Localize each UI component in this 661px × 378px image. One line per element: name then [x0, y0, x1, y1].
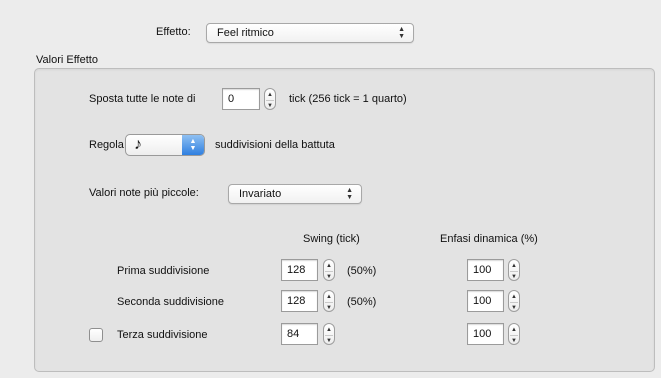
enfasi-header: Enfasi dinamica (%) [440, 233, 538, 245]
seconda-percent: (50%) [347, 296, 377, 308]
section-title: Valori Effetto [36, 54, 98, 66]
terza-label: Terza suddivisione [117, 329, 208, 341]
seconda-swing-input[interactable]: 128 [281, 290, 318, 312]
seconda-label: Seconda suddivisione [117, 296, 225, 308]
prima-label: Prima suddivisione [117, 265, 210, 277]
effetto-selected: Feel ritmico [217, 27, 274, 39]
eighth-note-icon: ♪ [134, 136, 142, 153]
terza-checkbox[interactable] [89, 328, 103, 342]
valori-note-popup[interactable]: Invariato ▲ ▼ [228, 184, 362, 204]
popup-arrows-icon: ▲ ▼ [398, 26, 405, 40]
terza-swing-stepper[interactable]: ▲ ▼ [323, 323, 335, 345]
effetto-popup[interactable]: Feel ritmico ▲ ▼ [206, 23, 414, 43]
sposta-input[interactable]: 0 [222, 88, 260, 110]
popup-arrows-icon: ▲ ▼ [346, 187, 353, 201]
terza-enfasi-input[interactable]: 100 [467, 323, 504, 345]
sposta-label: Sposta tutte le note di [89, 93, 196, 105]
regola-label: Regola [89, 139, 124, 151]
seconda-enfasi-input[interactable]: 100 [467, 290, 504, 312]
terza-enfasi-stepper[interactable]: ▲ ▼ [508, 323, 520, 345]
prima-enfasi-stepper[interactable]: ▲ ▼ [508, 259, 520, 281]
swing-header: Swing (tick) [303, 233, 360, 245]
valori-note-selected: Invariato [239, 188, 282, 200]
prima-enfasi-input[interactable]: 100 [467, 259, 504, 281]
seconda-swing-stepper[interactable]: ▲ ▼ [323, 290, 335, 312]
sposta-suffix: tick (256 tick = 1 quarto) [289, 93, 407, 105]
valori-note-label: Valori note più piccole: [89, 187, 199, 199]
valori-effetto-group [34, 68, 655, 372]
prima-swing-input[interactable]: 128 [281, 259, 318, 281]
regola-suffix: suddivisioni della battuta [215, 139, 335, 151]
effetto-label: Effetto: [156, 26, 191, 38]
terza-swing-input[interactable]: 84 [281, 323, 318, 345]
prima-swing-stepper[interactable]: ▲ ▼ [323, 259, 335, 281]
sposta-stepper[interactable]: ▲ ▼ [264, 88, 276, 110]
popup-arrows-icon: ▲ ▼ [182, 135, 204, 155]
note-value-popup[interactable]: ♪ ▲ ▼ [125, 134, 205, 156]
prima-percent: (50%) [347, 265, 377, 277]
seconda-enfasi-stepper[interactable]: ▲ ▼ [508, 290, 520, 312]
